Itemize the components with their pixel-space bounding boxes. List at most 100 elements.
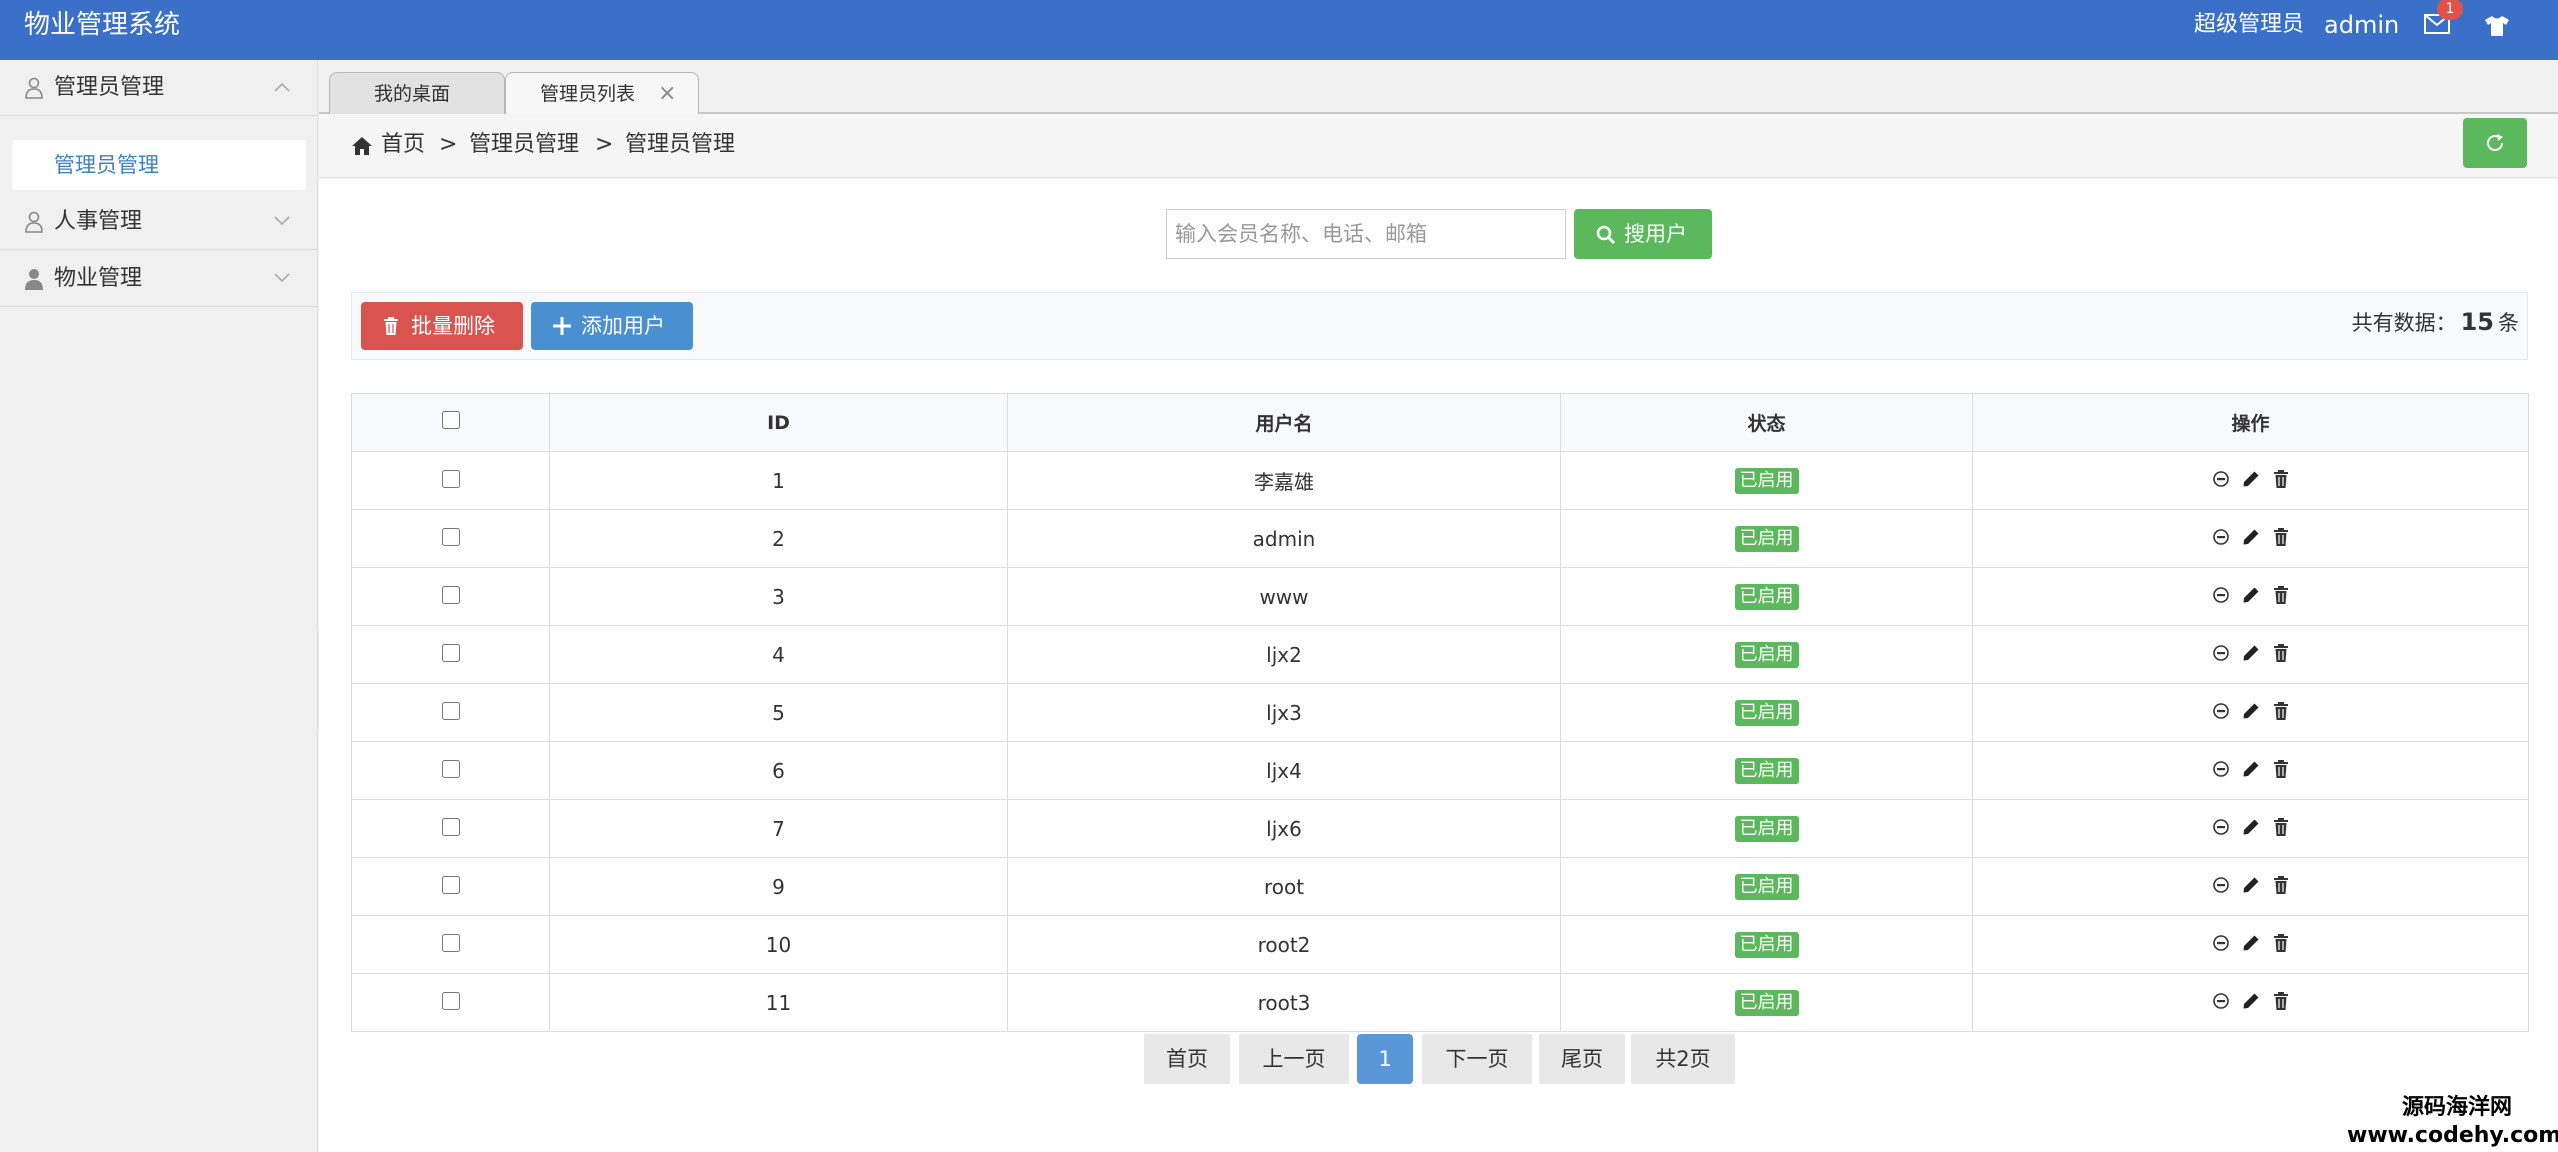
edit-icon[interactable] [2242,585,2260,603]
edit-icon[interactable] [2242,875,2260,893]
delete-icon[interactable] [2272,527,2290,546]
cell-id: 1 [549,451,1008,510]
table-header-row: ID 用户名 状态 操作 [351,393,2529,452]
disable-icon[interactable] [2212,585,2230,603]
delete-icon[interactable] [2272,469,2290,488]
sidebar-group-property[interactable]: 物业管理 [0,251,318,307]
page-prev[interactable]: 上一页 [1239,1034,1349,1084]
user-name[interactable]: admin [2324,11,2399,39]
app-title: 物业管理系统 [24,10,181,40]
edit-icon[interactable] [2242,933,2260,951]
disable-icon[interactable] [2212,933,2230,951]
breadcrumb-item[interactable]: 管理员管理 [469,130,579,160]
status-badge[interactable]: 已启用 [1734,700,1799,726]
status-badge[interactable]: 已启用 [1734,758,1799,784]
sidebar-group-admin[interactable]: 管理员管理 [0,60,318,116]
search-input[interactable] [1166,209,1566,259]
cell-status: 已启用 [1560,915,1973,974]
status-badge[interactable]: 已启用 [1734,816,1799,842]
edit-icon[interactable] [2242,527,2260,545]
page-next[interactable]: 下一页 [1422,1034,1532,1084]
header-username: 用户名 [1007,393,1561,452]
cell-actions [1972,741,2529,800]
status-badge[interactable]: 已启用 [1734,526,1799,552]
header-status: 状态 [1560,393,1973,452]
disable-icon[interactable] [2212,469,2230,487]
edit-icon[interactable] [2242,701,2260,719]
row-checkbox[interactable] [441,527,460,546]
delete-icon[interactable] [2272,643,2290,662]
select-all-checkbox[interactable] [441,411,460,429]
sidebar-group-hr[interactable]: 人事管理 [0,194,318,250]
table-row: 4 ljx2 已启用 [351,625,2529,684]
close-icon[interactable]: × [658,81,676,107]
status-badge[interactable]: 已启用 [1734,874,1799,900]
cell-actions [1972,625,2529,684]
page-last[interactable]: 尾页 [1539,1034,1625,1084]
watermark-line1: 源码海洋网 [2401,1095,2512,1120]
header-id: ID [549,393,1008,452]
disable-icon[interactable] [2212,701,2230,719]
delete-icon[interactable] [2272,759,2290,778]
search-button[interactable]: 搜用户 [1574,209,1712,259]
disable-icon[interactable] [2212,643,2230,661]
user-solid-icon [25,269,43,290]
disable-icon[interactable] [2212,759,2230,777]
tab-desktop[interactable]: 我的桌面 [329,72,505,114]
row-checkbox[interactable] [441,933,460,952]
cell-username: ljx4 [1007,741,1561,800]
edit-icon[interactable] [2242,643,2260,661]
add-user-button[interactable]: 添加用户 [531,302,693,350]
sidebar-item-admin-manage[interactable]: 管理员管理 [12,140,306,190]
breadcrumb-home[interactable]: 首页 [381,130,425,160]
total-number: 15 [2460,308,2494,336]
disable-icon[interactable] [2212,875,2230,893]
tab-strip: 我的桌面 管理员列表 × [319,60,2558,114]
delete-icon[interactable] [2272,701,2290,720]
disable-icon[interactable] [2212,817,2230,835]
table-row: 5 ljx3 已启用 [351,683,2529,742]
cell-status: 已启用 [1560,857,1973,916]
row-select-cell [351,973,550,1032]
table-row: 10 root2 已启用 [351,915,2529,974]
delete-icon[interactable] [2272,585,2290,604]
edit-icon[interactable] [2242,991,2260,1009]
edit-icon[interactable] [2242,469,2260,487]
theme-shirt-icon[interactable] [2483,14,2511,38]
status-badge[interactable]: 已启用 [1734,642,1799,668]
page-total: 共2页 [1631,1034,1735,1084]
row-checkbox[interactable] [441,817,460,836]
edit-icon[interactable] [2242,759,2260,777]
status-badge[interactable]: 已启用 [1734,932,1799,958]
cell-status: 已启用 [1560,567,1973,626]
refresh-button[interactable] [2463,118,2527,168]
cell-actions [1972,509,2529,568]
row-checkbox[interactable] [441,759,460,778]
row-checkbox[interactable] [441,469,460,488]
batch-delete-button[interactable]: 批量删除 [361,302,523,350]
row-checkbox[interactable] [441,585,460,604]
page-first[interactable]: 首页 [1144,1034,1230,1084]
table-row: 2 admin 已启用 [351,509,2529,568]
status-badge[interactable]: 已启用 [1734,468,1799,494]
page-current[interactable]: 1 [1357,1034,1413,1084]
delete-icon[interactable] [2272,817,2290,836]
status-badge[interactable]: 已启用 [1734,990,1799,1016]
edit-icon[interactable] [2242,817,2260,835]
tab-admin-list[interactable]: 管理员列表 × [505,72,699,114]
disable-icon[interactable] [2212,527,2230,545]
row-checkbox[interactable] [441,701,460,720]
status-badge[interactable]: 已启用 [1734,584,1799,610]
main-content: 搜用户 批量删除 添加用户 共有数据：15条 [319,179,2558,1152]
cell-actions [1972,973,2529,1032]
delete-icon[interactable] [2272,991,2290,1010]
disable-icon[interactable] [2212,991,2230,1009]
row-checkbox[interactable] [441,875,460,894]
row-checkbox[interactable] [441,991,460,1010]
cell-status: 已启用 [1560,799,1973,858]
delete-icon[interactable] [2272,933,2290,952]
row-checkbox[interactable] [441,643,460,662]
cell-status: 已启用 [1560,683,1973,742]
header-actions: 操作 [1972,393,2529,452]
delete-icon[interactable] [2272,875,2290,894]
